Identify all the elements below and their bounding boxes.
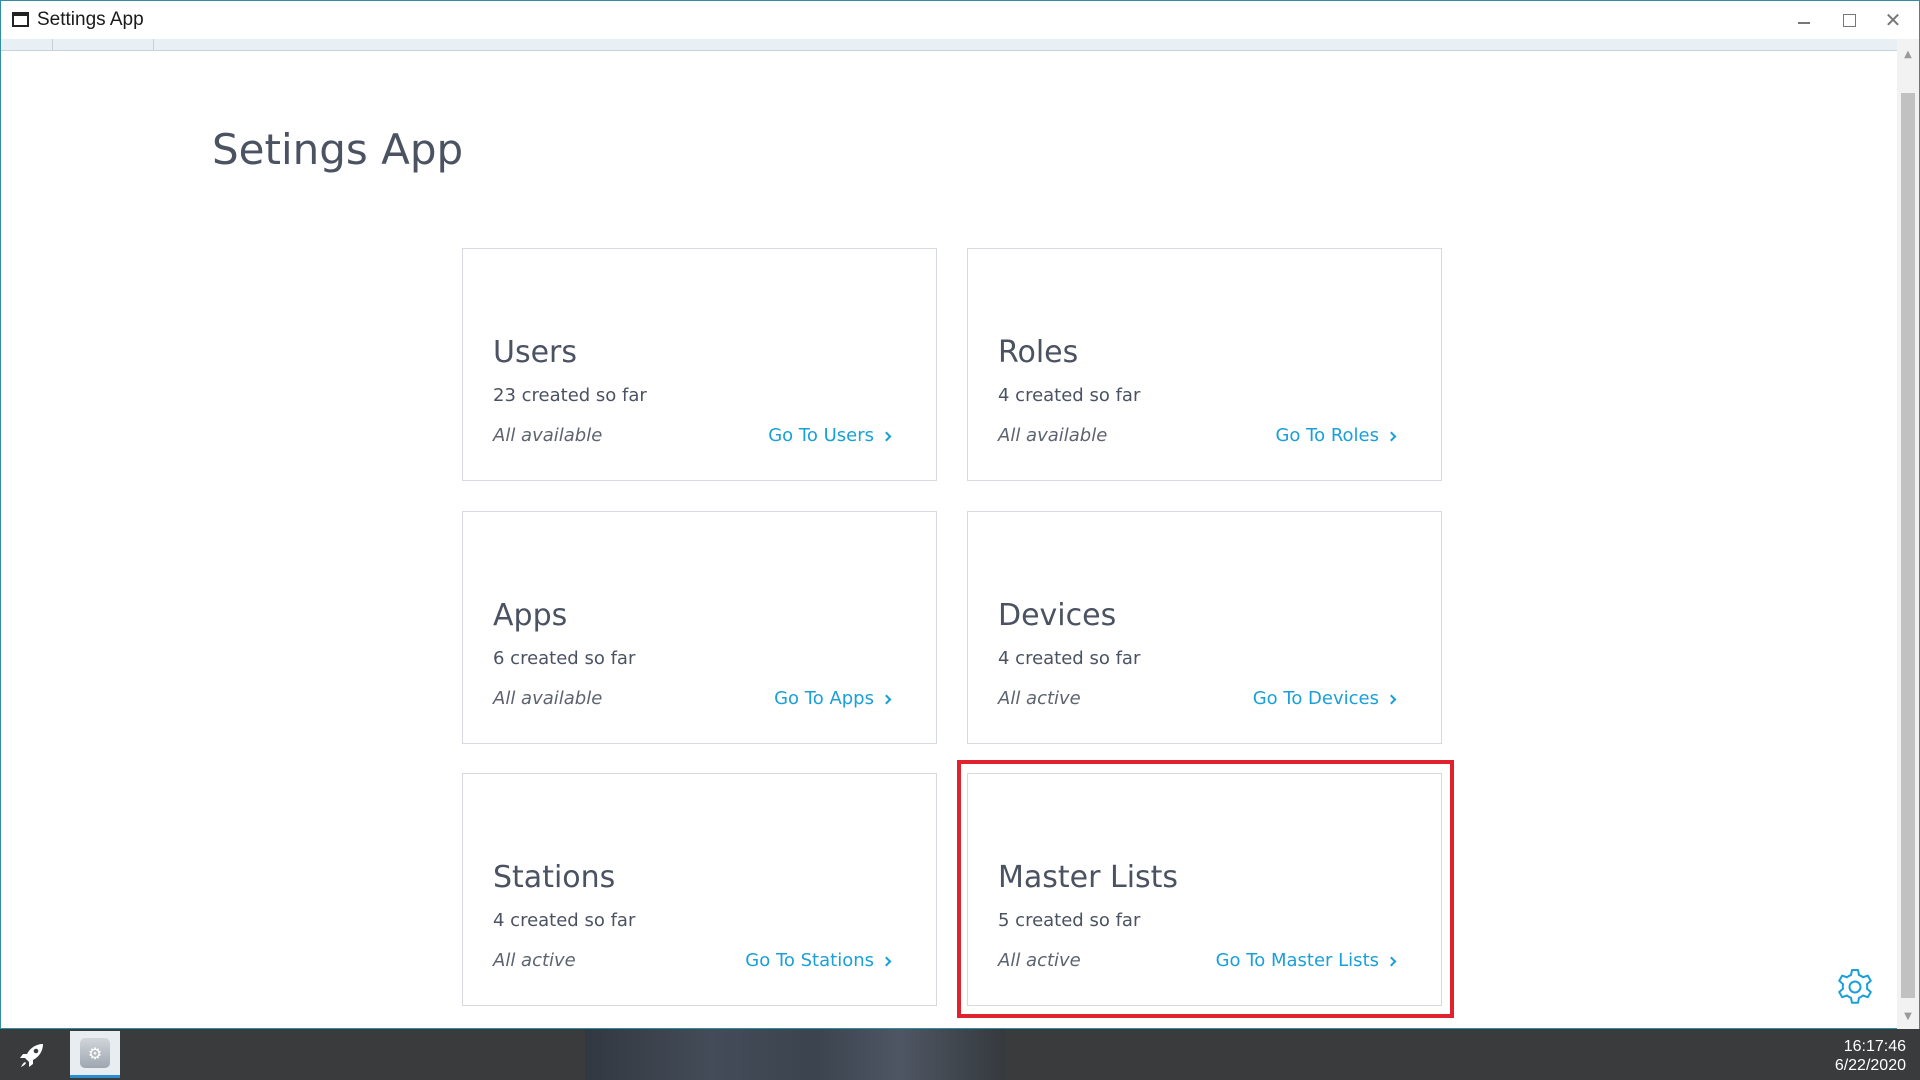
chevron-right-icon — [881, 956, 892, 966]
go-to-stations-link[interactable]: Go To Stations — [745, 950, 892, 971]
link-label: Go To Stations — [745, 950, 874, 971]
card-count: 23 created so far — [493, 385, 647, 406]
taskbar: ⚙ 16:17:46 6/22/2020 — [0, 1029, 1920, 1080]
chevron-right-icon — [881, 431, 892, 441]
link-label: Go To Users — [768, 425, 874, 446]
toolbar-strip — [1, 39, 1901, 51]
go-to-users-link[interactable]: Go To Users — [768, 425, 892, 446]
card-status: All available — [998, 425, 1108, 446]
chevron-right-icon — [1386, 431, 1397, 441]
minimize-button[interactable] — [1786, 7, 1822, 33]
card-title: Master Lists — [998, 860, 1179, 895]
taskbar-settings-app[interactable]: ⚙ — [70, 1031, 120, 1078]
card-count: 5 created so far — [998, 910, 1141, 931]
go-to-master-lists-link[interactable]: Go To Master Lists — [1215, 950, 1397, 971]
start-button[interactable] — [8, 1035, 56, 1075]
scroll-down-arrow-icon[interactable]: ▼ — [1897, 1007, 1919, 1025]
card-title: Stations — [493, 860, 616, 895]
card-title: Apps — [493, 598, 568, 633]
card-count: 6 created so far — [493, 648, 636, 669]
card-title: Roles — [998, 335, 1079, 370]
link-label: Go To Master Lists — [1215, 950, 1379, 971]
chevron-right-icon — [1386, 694, 1397, 704]
go-to-devices-link[interactable]: Go To Devices — [1252, 688, 1397, 709]
link-label: Go To Devices — [1252, 688, 1379, 709]
card-master-lists: Master Lists 5 created so far All active… — [967, 773, 1442, 1006]
go-to-roles-link[interactable]: Go To Roles — [1275, 425, 1397, 446]
settings-gear-button[interactable] — [1835, 967, 1875, 1007]
card-status: All active — [998, 950, 1081, 971]
card-apps: Apps 6 created so far All available Go T… — [462, 511, 937, 744]
link-label: Go To Roles — [1275, 425, 1379, 446]
card-status: All active — [998, 688, 1081, 709]
close-button[interactable]: ✕ — [1875, 7, 1911, 33]
card-users: Users 23 created so far All available Go… — [462, 248, 937, 481]
card-status: All available — [493, 425, 603, 446]
window-icon — [12, 12, 29, 27]
clock-date: 6/22/2020 — [1834, 1057, 1906, 1074]
link-label: Go To Apps — [774, 688, 874, 709]
title-bar[interactable]: Settings App ✕ — [1, 1, 1919, 39]
card-title: Devices — [998, 598, 1117, 633]
card-roles: Roles 4 created so far All available Go … — [967, 248, 1442, 481]
window-title: Settings App — [37, 9, 144, 30]
rocket-icon — [20, 1044, 43, 1067]
card-count: 4 created so far — [998, 648, 1141, 669]
vertical-scrollbar[interactable]: ▲ ▼ — [1897, 39, 1919, 1029]
card-devices: Devices 4 created so far All active Go T… — [967, 511, 1442, 744]
page-title: Setings App — [212, 125, 464, 174]
card-count: 4 created so far — [493, 910, 636, 931]
desktop-wallpaper-peek — [585, 1029, 1005, 1080]
card-count: 4 created so far — [998, 385, 1141, 406]
card-status: All available — [493, 688, 603, 709]
system-clock[interactable]: 16:17:46 6/22/2020 — [1835, 1037, 1906, 1075]
card-status: All active — [493, 950, 576, 971]
scroll-up-arrow-icon[interactable]: ▲ — [1897, 45, 1919, 63]
card-title: Users — [493, 335, 578, 370]
scroll-thumb[interactable] — [1901, 93, 1915, 998]
chevron-right-icon — [1386, 956, 1397, 966]
chevron-right-icon — [881, 694, 892, 704]
toolbar-divider — [153, 39, 154, 51]
go-to-apps-link[interactable]: Go To Apps — [774, 688, 892, 709]
maximize-button[interactable] — [1831, 7, 1867, 33]
clock-time: 16:17:46 — [1843, 1038, 1906, 1055]
settings-app-window: Settings App ✕ ▲ ▼ Setings App Users 23 … — [0, 0, 1920, 1029]
gear-icon — [1838, 969, 1872, 1004]
settings-app-icon: ⚙ — [80, 1038, 110, 1068]
card-stations: Stations 4 created so far All active Go … — [462, 773, 937, 1006]
toolbar-divider — [52, 39, 53, 51]
